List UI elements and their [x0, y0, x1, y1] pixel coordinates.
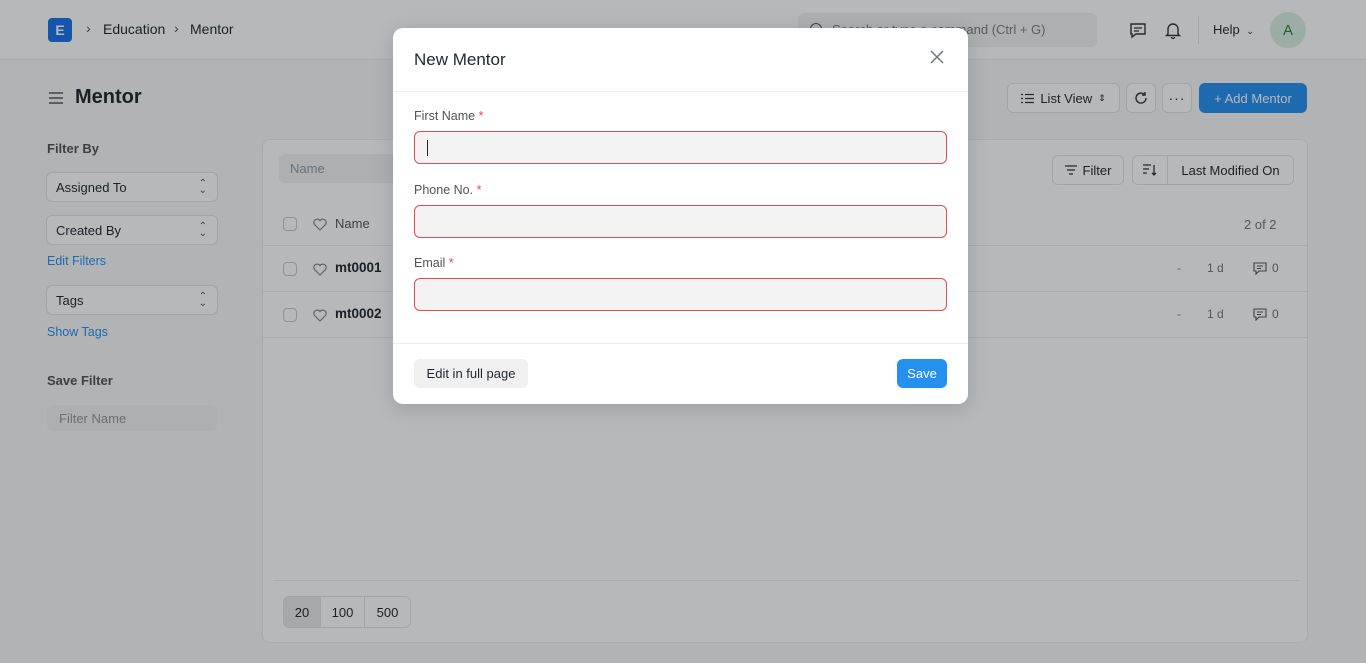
first-name-label-text: First Name [414, 109, 476, 123]
first-name-input[interactable] [414, 131, 947, 164]
first-name-label: First Name * [414, 109, 483, 123]
save-button[interactable]: Save [897, 359, 947, 388]
email-label-text: Email [414, 256, 446, 270]
required-marker: * [478, 109, 484, 123]
modal-title: New Mentor [414, 50, 506, 69]
edit-full-page-button[interactable]: Edit in full page [414, 359, 528, 388]
required-marker: * [476, 183, 482, 197]
required-marker: * [448, 256, 454, 270]
email-input[interactable] [414, 278, 947, 311]
phone-label-text: Phone No. [414, 183, 474, 197]
modal-header: New Mentor [393, 28, 968, 92]
close-icon[interactable] [929, 49, 945, 65]
email-label: Email * [414, 256, 454, 270]
phone-label: Phone No. * [414, 183, 481, 197]
phone-input[interactable] [414, 205, 947, 238]
text-cursor [427, 140, 428, 156]
new-mentor-dialog: New Mentor First Name * Phone No. * Emai… [393, 28, 968, 404]
